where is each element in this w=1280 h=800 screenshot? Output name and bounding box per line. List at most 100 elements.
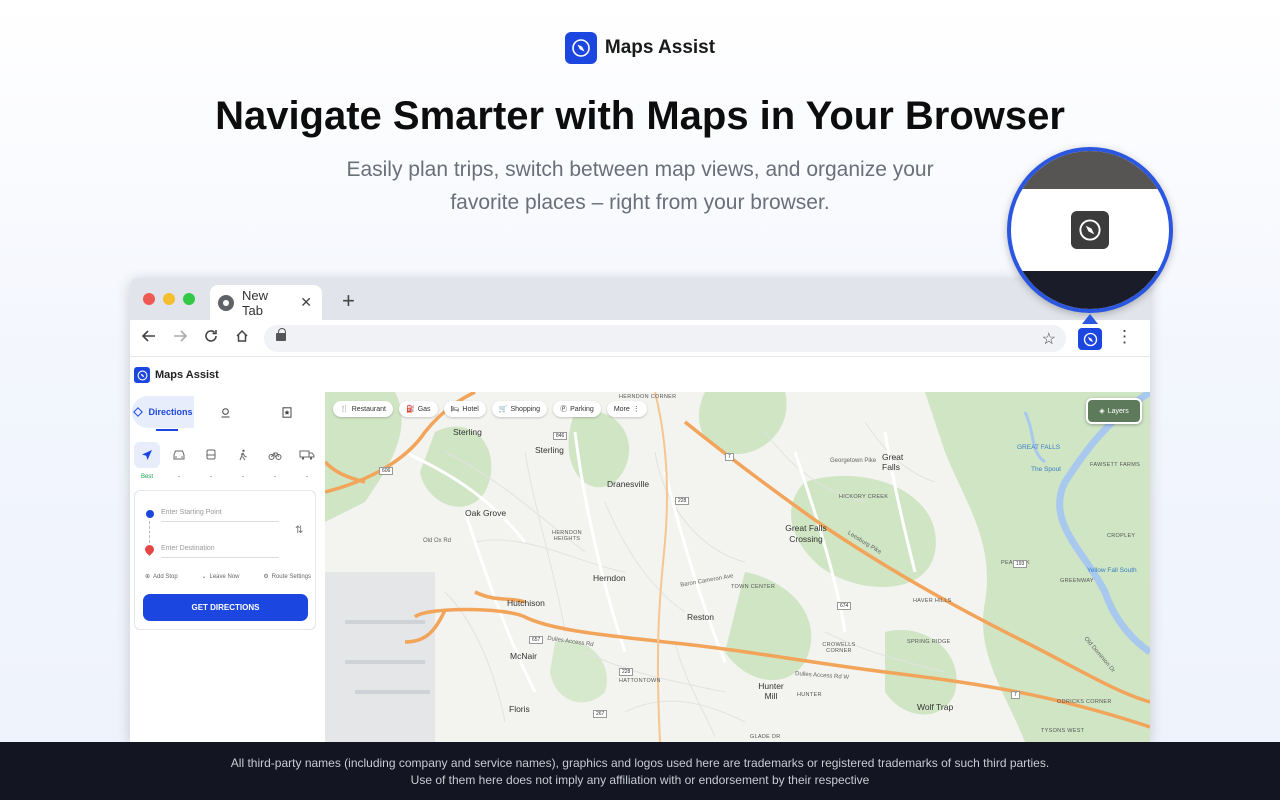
browser-tab[interactable]: New Tab ✕ <box>210 285 322 320</box>
chip-more[interactable]: More ⋮ <box>606 401 647 417</box>
mode-best[interactable] <box>134 442 160 468</box>
chip-hotel-label: Hotel <box>462 405 479 413</box>
bookmark-icon <box>282 406 292 418</box>
map-label: HERNDON HEIGHTS <box>552 530 582 542</box>
restaurant-icon: 🍴 <box>340 406 349 413</box>
mode-best-label: Best <box>140 474 153 480</box>
compass-icon <box>564 32 597 64</box>
get-directions-button[interactable]: GET DIRECTIONS <box>143 594 308 621</box>
new-tab-button[interactable]: + <box>342 288 355 314</box>
mode-walk[interactable] <box>230 442 256 468</box>
back-icon[interactable] <box>141 329 156 346</box>
water-label: Yellow Fall South <box>1087 567 1137 574</box>
layers-button[interactable]: ◈ Layers <box>1086 398 1142 424</box>
water-label: The Spout <box>1031 466 1061 473</box>
mode-bike-label: - <box>274 474 276 480</box>
map-label: Floris <box>509 704 530 714</box>
map-label: Oak Grove <box>465 508 507 518</box>
brand-name: Maps Assist <box>604 37 716 58</box>
chip-parking[interactable]: Ⓟ Parking <box>553 401 601 417</box>
map-view[interactable]: 🍴 Restaurant ⛽ Gas 🛏 Hotel 🛒 Shopping Ⓟ Parki… <box>325 392 1150 742</box>
disclaimer-footer: All third-party names (including company… <box>0 742 1280 800</box>
tab-title: New Tab <box>241 287 268 318</box>
minimize-window-dot[interactable] <box>163 293 175 305</box>
route-shield: 846 <box>553 432 568 440</box>
home-icon[interactable] <box>235 329 249 346</box>
chip-gas[interactable]: ⛽ Gas <box>398 401 438 417</box>
forward-icon[interactable] <box>173 329 188 346</box>
swap-icon[interactable]: ⇅ <box>295 525 303 536</box>
tab-bar: New Tab ✕ + <box>130 278 1150 320</box>
chip-more-label: More <box>613 405 630 413</box>
mode-bike[interactable] <box>262 442 288 468</box>
hotel-icon: 🛏 <box>450 406 460 413</box>
browser-menu-icon[interactable]: ⋮ <box>1116 328 1133 345</box>
app-compass-icon <box>134 367 150 383</box>
brand-header: Maps Assist <box>0 32 1280 64</box>
mode-truck[interactable] <box>294 442 320 468</box>
zoomed-compass-icon <box>1071 211 1109 249</box>
start-point-input[interactable]: Enter Starting Point <box>161 509 279 522</box>
chip-hotel[interactable]: 🛏 Hotel <box>443 401 486 417</box>
destination-input[interactable]: Enter Destination <box>161 545 279 558</box>
maximize-window-dot[interactable] <box>183 293 195 305</box>
reload-icon[interactable] <box>204 329 218 346</box>
route-settings-label: Route Settings <box>271 573 311 580</box>
tab-bookmarks[interactable] <box>256 396 318 428</box>
walk-icon <box>239 449 247 461</box>
browser-toolbar: ☆ ⋮ <box>130 320 1150 357</box>
route-shield: 606 <box>379 467 394 475</box>
extension-compass-icon[interactable] <box>1078 328 1102 350</box>
map-label: Sterling <box>453 427 482 437</box>
tab-directions[interactable]: Directions <box>132 396 194 431</box>
tab-saved-places[interactable] <box>194 396 256 428</box>
bike-icon <box>268 452 282 460</box>
chip-parking-label: Parking <box>570 405 594 413</box>
start-point-icon <box>146 510 154 518</box>
chip-shopping[interactable]: 🛒 Shopping <box>491 401 548 417</box>
map-label: HUNTER <box>797 692 822 698</box>
chip-gas-label: Gas <box>417 405 431 413</box>
route-form: Enter Starting Point Enter Destination ⇅… <box>134 490 316 630</box>
map-label: GLADE DR <box>750 734 781 740</box>
map-label: HICKORY CREEK <box>839 494 889 500</box>
more-icon: ⋮ <box>632 406 640 413</box>
road-label: Old Ox Rd <box>423 538 452 544</box>
map-label: TOWN CENTER <box>731 584 776 590</box>
route-settings-button[interactable]: ⚙ Route Settings <box>263 573 311 581</box>
gas-icon: ⛽ <box>405 406 415 413</box>
map-label: Great Falls Crossing <box>785 523 827 544</box>
close-tab-icon[interactable]: ✕ <box>300 294 312 311</box>
map-label: Herndon <box>593 573 626 583</box>
mode-transit[interactable] <box>198 442 224 468</box>
navigate-icon <box>142 450 152 460</box>
address-bar[interactable]: ☆ <box>264 325 1066 352</box>
map-label: SPRING RIDGE <box>907 639 951 645</box>
water-label: GREAT FALLS <box>1017 444 1061 451</box>
truck-icon <box>299 450 315 460</box>
route-shield: 228 <box>619 668 634 676</box>
chip-restaurant[interactable]: 🍴 Restaurant <box>333 401 393 417</box>
bookmark-star-icon[interactable]: ☆ <box>1042 329 1056 349</box>
extension-zoom-callout <box>1007 147 1173 313</box>
route-shield: 267 <box>593 710 608 718</box>
car-icon <box>173 450 185 460</box>
mode-car[interactable] <box>166 442 192 468</box>
add-stop-button[interactable]: ⊕ Add Stop <box>145 573 178 581</box>
tab-directions-label: Directions <box>148 407 193 417</box>
subline: Easily plan trips, switch between map vi… <box>346 158 934 214</box>
chip-shopping-label: Shopping <box>510 405 541 413</box>
route-shield: 7 <box>725 453 734 461</box>
leave-now-button[interactable]: ⌄ Leave Now <box>201 573 239 581</box>
mode-car-label: - <box>178 474 180 480</box>
browser-window: New Tab ✕ + ☆ ⋮ Maps Assist Directions B… <box>130 278 1150 742</box>
callout-pointer <box>1082 314 1098 324</box>
parking-icon: Ⓟ <box>560 406 568 413</box>
map-label: CROPLEY <box>1107 533 1136 539</box>
map-label: CROWELLS CORNER <box>822 642 856 654</box>
travel-mode-labels: Best - - - - - <box>134 474 320 480</box>
road-label: Georgetown Pike <box>830 458 877 464</box>
directions-sidebar: Directions Best - - - - - Enter Starting… <box>130 392 325 742</box>
close-window-dot[interactable] <box>143 293 155 305</box>
map-label: Dranesville <box>607 479 650 489</box>
